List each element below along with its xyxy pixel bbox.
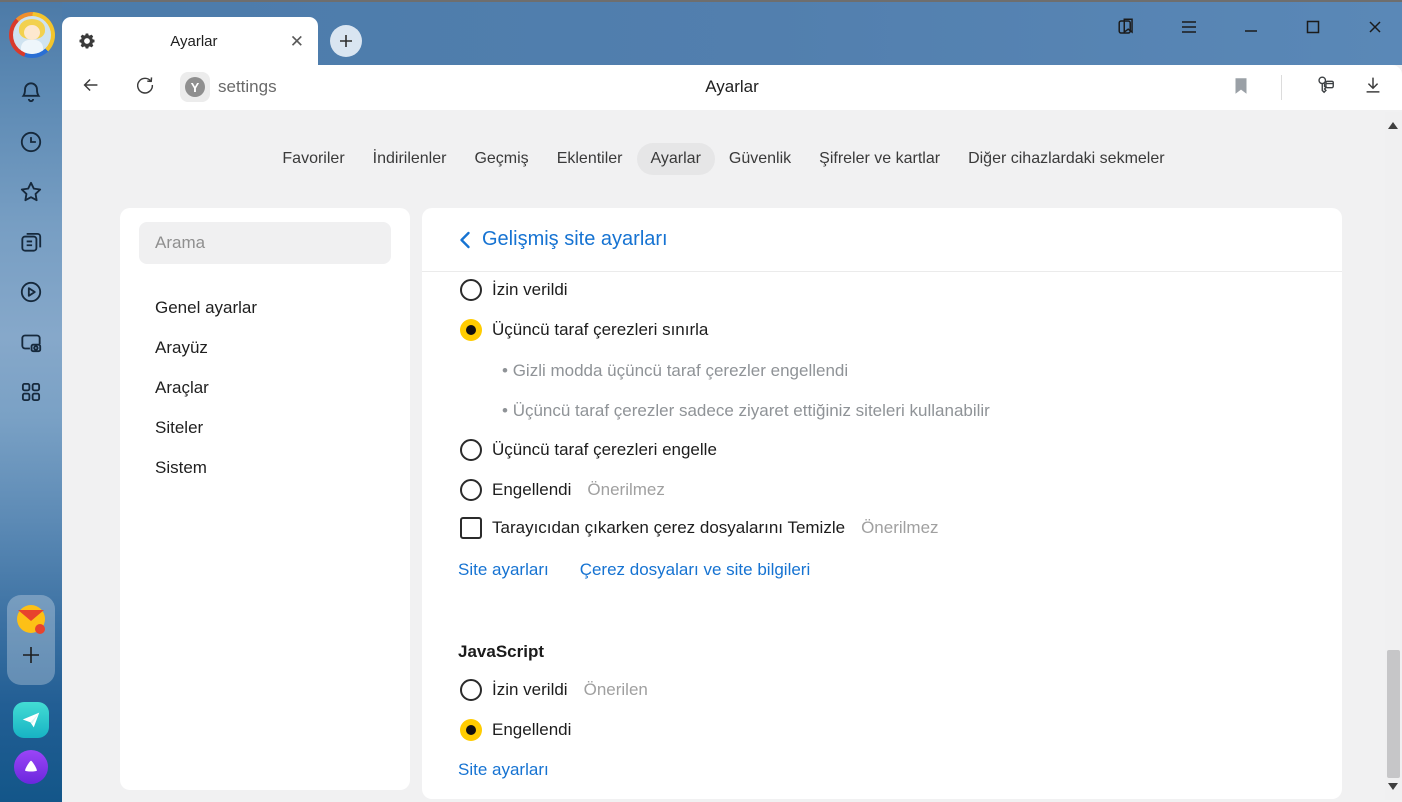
option-note: Önerilmez [587,480,664,500]
toolbar-separator [1281,75,1282,100]
tab-title: Ayarlar [98,33,290,50]
settings-page: Favoriler İndirilenler Geçmiş Eklentiler… [62,110,1402,802]
cookie-detail-1: Gizli modda üçüncü taraf çerezler engell… [502,361,848,381]
titlebar-controls [1116,12,1386,42]
menu-item-arayuz[interactable]: Arayüz [120,328,410,368]
minimize-icon[interactable] [1240,16,1262,38]
yandex-y-icon: Y [185,77,205,97]
apps-grid-icon[interactable] [17,378,45,406]
settings-search-input[interactable] [139,222,391,264]
titlebar: Ayarlar ✕ [0,0,1402,65]
menu-item-araclar[interactable]: Araçlar [120,368,410,408]
nav-tab-eklentiler[interactable]: Eklentiler [543,143,637,175]
cookie-option-izin-verildi[interactable]: İzin verildi [460,279,568,301]
menu-item-siteler[interactable]: Siteler [120,408,410,448]
notifications-bell-icon[interactable] [17,78,45,106]
option-note: Önerilmez [861,518,938,538]
close-icon[interactable] [1364,16,1386,38]
messenger-icon[interactable] [13,702,49,738]
chevron-left-icon [458,230,471,250]
new-tab-button[interactable] [330,25,362,57]
scrollbar-thumb[interactable] [1387,650,1400,778]
checkbox-unchecked-icon[interactable] [460,517,482,539]
radio-unchecked-icon[interactable] [460,439,482,461]
cookie-links-row: Site ayarları Çerez dosyaları ve site bi… [458,560,810,580]
cookie-option-engelle[interactable]: Üçüncü taraf çerezleri engelle [460,439,717,461]
scroll-up-arrow-icon[interactable] [1388,122,1398,129]
radio-unchecked-icon[interactable] [460,279,482,301]
back-icon[interactable] [80,74,102,96]
site-settings-link[interactable]: Site ayarları [458,560,549,580]
radio-checked-icon[interactable] [460,319,482,341]
gear-icon [76,30,98,52]
browser-window: Ayarlar ✕ [0,0,1402,802]
javascript-heading: JavaScript [458,642,544,662]
nav-tab-sifreler[interactable]: Şifreler ve kartlar [805,143,954,175]
settings-menu-card: Genel ayarlar Arayüz Araçlar Siteler Sis… [120,208,410,790]
nav-tab-ayarlar[interactable]: Ayarlar [637,143,715,175]
js-option-izin-verildi[interactable]: İzin verildi Önerilen [460,679,648,701]
cookie-clear-checkbox-row[interactable]: Tarayıcıdan çıkarken çerez dosyalarını T… [460,517,939,539]
cookie-option-engellendi[interactable]: Engellendi Önerilmez [460,479,665,501]
history-clock-icon[interactable] [17,128,45,156]
address-text[interactable]: settings [218,77,277,97]
advanced-site-settings-card: Gelişmiş site ayarları İzin verildi Üçün… [422,208,1342,799]
card-header[interactable]: Gelişmiş site ayarları [422,208,1342,272]
menu-item-sistem[interactable]: Sistem [120,448,410,488]
favorites-star-icon[interactable] [17,178,45,206]
yandex-mail-icon[interactable] [13,602,49,638]
settings-menu-list: Genel ayarlar Arayüz Araçlar Siteler Sis… [120,288,410,488]
nav-tab-indirilenler[interactable]: İndirilenler [359,143,461,175]
menu-icon[interactable] [1178,16,1200,38]
page-scrollbar[interactable] [1385,112,1402,800]
bookmark-icon[interactable] [1230,75,1252,97]
js-site-settings-link[interactable]: Site ayarları [458,760,549,780]
site-badge-icon[interactable]: Y [180,72,210,102]
nav-tab-diger-cihazlar[interactable]: Diğer cihazlardaki sekmeler [954,143,1179,175]
settings-nav-tabs: Favoriler İndirilenler Geçmiş Eklentiler… [62,143,1385,175]
video-play-icon[interactable] [17,278,45,306]
downloads-icon[interactable] [1362,74,1384,96]
passwords-key-icon[interactable] [1314,73,1336,95]
radio-checked-icon[interactable] [460,719,482,741]
active-tab[interactable]: Ayarlar ✕ [62,17,318,65]
window-top-edge [0,0,1402,2]
cookie-data-link[interactable]: Çerez dosyaları ve site bilgileri [580,560,811,580]
alice-assistant-icon[interactable] [14,750,48,784]
nav-tab-favoriler[interactable]: Favoriler [268,143,358,175]
side-panel-icon[interactable] [1116,16,1138,38]
radio-unchecked-icon[interactable] [460,479,482,501]
tab-close-icon[interactable]: ✕ [290,33,304,50]
js-links-row: Site ayarları [458,760,549,780]
collections-icon[interactable] [17,228,45,256]
reload-icon[interactable] [134,74,156,96]
profile-avatar[interactable] [9,12,55,58]
radio-unchecked-icon[interactable] [460,679,482,701]
js-option-engellendi[interactable]: Engellendi [460,719,571,741]
cookie-option-sinirla[interactable]: Üçüncü taraf çerezleri sınırla [460,319,708,341]
nav-tab-gecmis[interactable]: Geçmiş [460,143,542,175]
menu-item-genel-ayarlar[interactable]: Genel ayarlar [120,288,410,328]
add-pinned-app-icon[interactable] [19,643,43,667]
maximize-icon[interactable] [1302,16,1324,38]
pinned-apps-group [7,595,55,685]
avatar-image [13,16,51,54]
option-note: Önerilen [584,680,648,700]
scroll-down-arrow-icon[interactable] [1388,783,1398,790]
toolbar: Y settings Ayarlar [62,65,1402,110]
nav-tab-guvenlik[interactable]: Güvenlik [715,143,805,175]
browser-sidebar [0,0,62,802]
cookie-detail-2: Üçüncü taraf çerezler sadece ziyaret ett… [502,401,990,421]
page-title: Gelişmiş site ayarları [482,228,668,251]
screenshot-icon[interactable] [17,328,45,356]
